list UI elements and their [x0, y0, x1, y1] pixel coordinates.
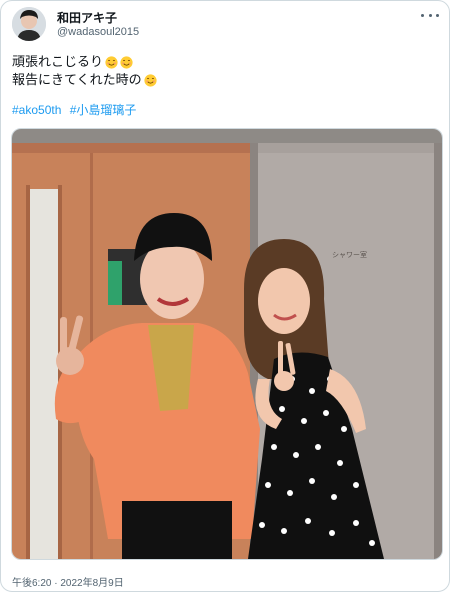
more-options-button[interactable]	[421, 8, 439, 22]
tweet-text-line-1: 頑張れこじるり	[12, 54, 104, 69]
tweet-card: 和田アキ子 @wadasoul2015 頑張れこじるり 報告にきてくれた時の #…	[0, 0, 450, 592]
glass-frame	[26, 185, 30, 559]
profile-photo	[12, 7, 46, 41]
hashtag-list: #ako50th #小島瑠璃子	[12, 101, 141, 118]
photo-scene: シャワー室	[12, 129, 442, 559]
smiling-face-icon	[105, 55, 118, 69]
smiling-face-icon	[144, 73, 157, 87]
intercom-panel	[108, 261, 122, 305]
hashtag-link[interactable]: #ako50th	[12, 103, 61, 117]
door-frame-top	[12, 143, 262, 153]
door-frame	[434, 143, 442, 559]
smiling-face-icon	[120, 55, 133, 69]
display-name[interactable]: 和田アキ子	[57, 9, 117, 26]
ceiling	[12, 129, 442, 145]
hashtag-link[interactable]: #小島瑠璃子	[70, 103, 137, 117]
avatar[interactable]	[12, 7, 46, 41]
more-dot-icon	[436, 13, 439, 17]
tweet-timestamp[interactable]: 午後6:20 · 2022年8月9日	[12, 574, 124, 589]
tweet-text: 頑張れこじるり 報告にきてくれた時の	[12, 53, 157, 89]
more-dot-icon	[421, 13, 424, 17]
tweet-photo[interactable]: シャワー室	[11, 128, 443, 560]
more-dot-icon	[428, 13, 432, 17]
user-handle[interactable]: @wadasoul2015	[57, 26, 139, 38]
door-sign: シャワー室	[332, 250, 367, 259]
glass-panel	[30, 189, 58, 559]
tweet-text-line-2: 報告にきてくれた時の	[12, 72, 142, 87]
